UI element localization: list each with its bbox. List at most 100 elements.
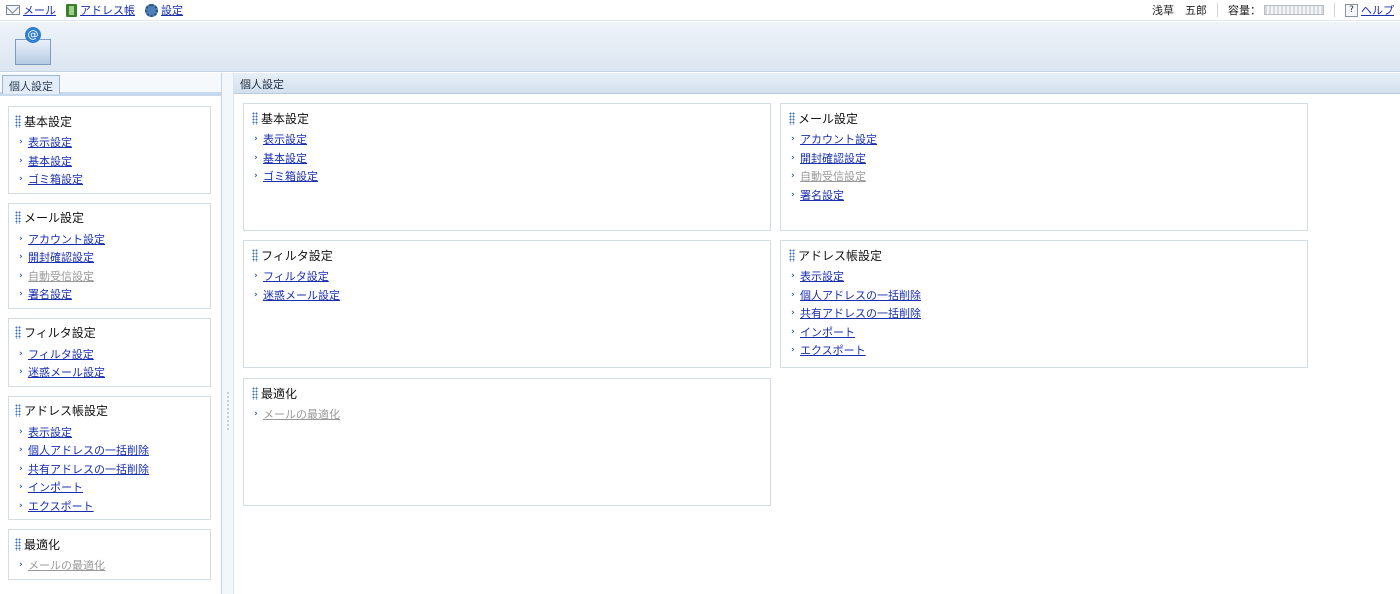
settings-link-item[interactable]: › 基本設定 — [15, 152, 204, 171]
settings-link-item[interactable]: › 署名設定 — [789, 186, 1299, 205]
settings-link[interactable]: インポート — [28, 479, 83, 495]
splitter-grip-handle[interactable] — [226, 391, 230, 431]
settings-link-item[interactable]: › フィルタ設定 — [252, 267, 762, 286]
settings-link-item[interactable]: › インポート — [15, 478, 204, 497]
nav-settings[interactable]: 設定 — [145, 2, 183, 18]
settings-link-item[interactable]: › 表示設定 — [252, 130, 762, 149]
settings-link[interactable]: 共有アドレスの一括削除 — [800, 305, 921, 321]
group-title-text: フィルタ設定 — [261, 248, 333, 263]
chevron-right-icon: › — [254, 152, 258, 163]
settings-link: 自動受信設定 — [800, 170, 866, 184]
settings-link[interactable]: 開封確認設定 — [28, 249, 94, 265]
drag-handle-icon[interactable] — [15, 114, 21, 128]
settings-link[interactable]: エクスポート — [800, 342, 866, 358]
settings-link[interactable]: 個人アドレスの一括削除 — [800, 287, 921, 303]
settings-link[interactable]: フィルタ設定 — [28, 346, 94, 362]
settings-link[interactable]: 基本設定 — [263, 150, 307, 166]
main-content: 個人設定 基本設定 › 表示設定 › 基本設定 › ゴミ箱設定 メール設定 › アカウント設定 › 開… — [234, 73, 1400, 594]
drag-handle-icon[interactable] — [15, 404, 21, 417]
settings-link[interactable]: 基本設定 — [28, 153, 72, 169]
settings-link-item[interactable]: › 表示設定 — [15, 133, 204, 152]
settings-link-item[interactable]: › ゴミ箱設定 — [252, 167, 762, 186]
help-link-group[interactable]: ? ヘルプ — [1345, 2, 1394, 18]
settings-link[interactable]: 迷惑メール設定 — [28, 364, 105, 380]
settings-link[interactable]: 開封確認設定 — [800, 150, 866, 166]
nav-address-book[interactable]: アドレス帳 — [66, 2, 135, 18]
settings-link-item[interactable]: › フィルタ設定 — [15, 345, 204, 364]
settings-link-item[interactable]: › 基本設定 — [252, 149, 762, 168]
settings-link[interactable]: 署名設定 — [800, 187, 844, 203]
drag-handle-icon[interactable] — [252, 111, 258, 125]
chevron-right-icon: › — [19, 155, 23, 166]
settings-link[interactable]: アカウント設定 — [28, 231, 105, 247]
chevron-right-icon: › — [791, 171, 795, 182]
pane-splitter[interactable] — [222, 73, 234, 594]
help-link[interactable]: ヘルプ — [1361, 2, 1394, 18]
nav-address-book-link[interactable]: アドレス帳 — [80, 2, 135, 18]
chevron-right-icon: › — [19, 482, 23, 493]
chevron-right-icon: › — [19, 463, 23, 474]
drag-handle-icon[interactable] — [15, 326, 21, 339]
settings-link[interactable]: ゴミ箱設定 — [263, 168, 318, 184]
settings-link[interactable]: ゴミ箱設定 — [28, 171, 83, 187]
settings-link[interactable]: 表示設定 — [28, 134, 72, 150]
settings-link-item[interactable]: › エクスポート — [15, 497, 204, 516]
drag-handle-icon[interactable] — [15, 537, 21, 551]
settings-link-item[interactable]: › アカウント設定 — [15, 230, 204, 249]
settings-link-item[interactable]: › 個人アドレスの一括削除 — [15, 441, 204, 460]
settings-link[interactable]: 個人アドレスの一括削除 — [28, 442, 149, 458]
group-title-text: 基本設定 — [261, 111, 310, 126]
settings-link-item[interactable]: › 共有アドレスの一括削除 — [15, 460, 204, 479]
settings-link[interactable]: 表示設定 — [28, 424, 72, 440]
chevron-right-icon: › — [254, 271, 258, 282]
group-title: フィルタ設定 — [252, 247, 762, 263]
settings-link-item[interactable]: › 個人アドレスの一括削除 — [789, 286, 1299, 305]
drag-handle-icon[interactable] — [252, 248, 258, 262]
nav-settings-link[interactable]: 設定 — [161, 2, 183, 18]
tab-personal-settings[interactable]: 個人設定 — [2, 75, 60, 94]
mail-app-logo-icon[interactable]: @ — [15, 27, 51, 65]
settings-link-item[interactable]: › 共有アドレスの一括削除 — [789, 304, 1299, 323]
settings-link-item[interactable]: › 署名設定 — [15, 285, 204, 304]
settings-link-item[interactable]: › インポート — [789, 323, 1299, 342]
settings-link-item[interactable]: › 開封確認設定 — [15, 248, 204, 267]
drag-handle-icon[interactable] — [789, 248, 795, 262]
settings-link-item[interactable]: › 表示設定 — [789, 267, 1299, 286]
settings-link-item[interactable]: › 迷惑メール設定 — [15, 363, 204, 382]
settings-link[interactable]: インポート — [800, 324, 855, 340]
settings-link-item[interactable]: › 表示設定 — [15, 423, 204, 442]
group-title: 基本設定 — [15, 113, 204, 129]
chevron-right-icon: › — [19, 270, 23, 281]
settings-link[interactable]: エクスポート — [28, 498, 94, 514]
settings-link-item[interactable]: › ゴミ箱設定 — [15, 170, 204, 189]
chevron-right-icon: › — [19, 500, 23, 511]
settings-link[interactable]: 表示設定 — [800, 268, 844, 284]
group-title-text: アドレス帳設定 — [24, 404, 109, 418]
settings-link[interactable]: 表示設定 — [263, 131, 307, 147]
settings-group: 基本設定 › 表示設定 › 基本設定 › ゴミ箱設定 — [8, 106, 211, 194]
settings-group: アドレス帳設定 › 表示設定 › 個人アドレスの一括削除 › 共有アドレスの一括削除 › インポ… — [780, 240, 1308, 368]
group-title-text: フィルタ設定 — [24, 326, 96, 340]
settings-link[interactable]: アカウント設定 — [800, 131, 877, 147]
settings-link-item[interactable]: › 迷惑メール設定 — [252, 286, 762, 305]
chevron-right-icon: › — [791, 345, 795, 356]
settings-link[interactable]: 署名設定 — [28, 286, 72, 302]
drag-handle-icon[interactable] — [252, 386, 258, 400]
top-nav: メール アドレス帳 設定 — [6, 2, 183, 18]
capacity-meter: 容量： — [1228, 2, 1324, 18]
drag-handle-icon[interactable] — [789, 111, 795, 125]
settings-link[interactable]: フィルタ設定 — [263, 268, 329, 284]
chevron-right-icon: › — [254, 289, 258, 300]
settings-link-item[interactable]: › エクスポート — [789, 341, 1299, 360]
chevron-right-icon: › — [19, 560, 23, 571]
group-title-text: 最適化 — [261, 386, 298, 401]
at-sign-icon: @ — [25, 27, 41, 43]
settings-link[interactable]: 共有アドレスの一括削除 — [28, 461, 149, 477]
nav-mail[interactable]: メール — [6, 2, 56, 18]
address-book-icon — [66, 3, 77, 17]
drag-handle-icon[interactable] — [15, 211, 21, 224]
nav-mail-link[interactable]: メール — [23, 2, 56, 18]
settings-link[interactable]: 迷惑メール設定 — [263, 287, 340, 303]
settings-link-item[interactable]: › アカウント設定 — [789, 130, 1299, 149]
settings-link-item[interactable]: › 開封確認設定 — [789, 149, 1299, 168]
